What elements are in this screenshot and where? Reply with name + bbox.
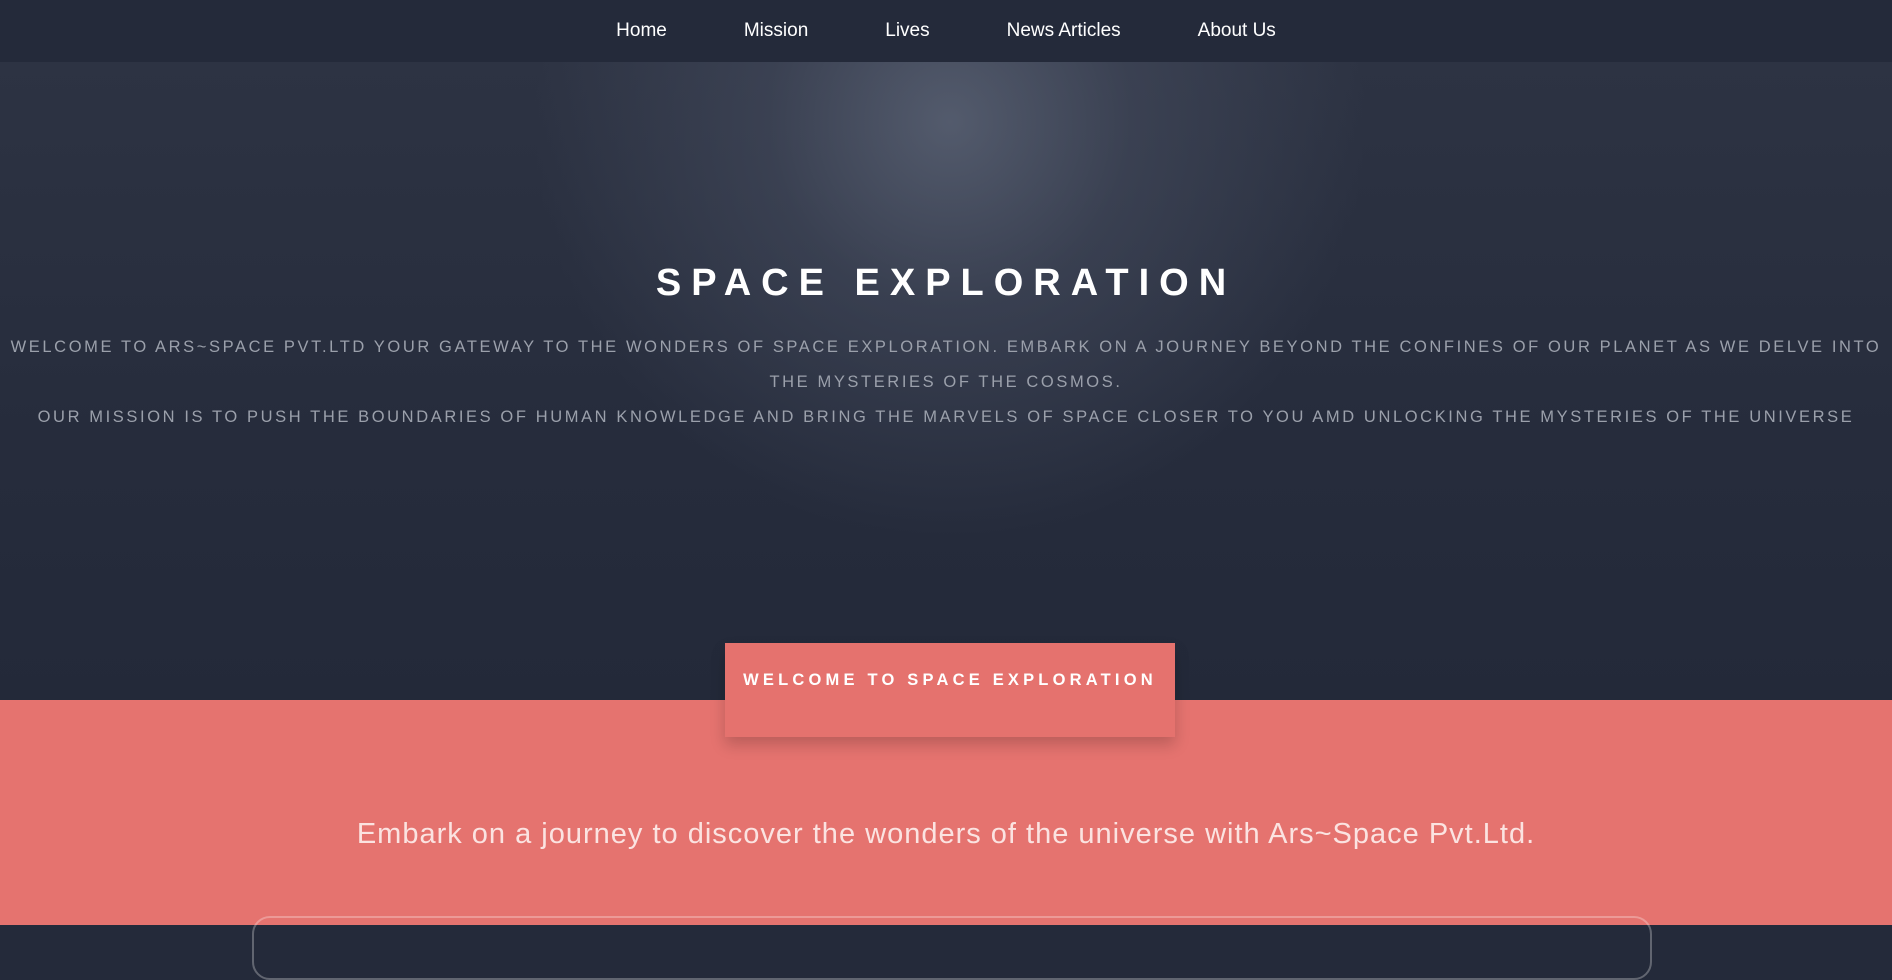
nav-menu: Home Mission Lives News Articles About U… <box>578 0 1315 62</box>
hero-description: WELCOME TO ARS~SPACE PVT.LTD YOUR GATEWA… <box>0 330 1892 435</box>
top-navbar: Home Mission Lives News Articles About U… <box>0 0 1892 62</box>
nav-link-home[interactable]: Home <box>578 0 706 62</box>
hero-intro-paragraph: WELCOME TO ARS~SPACE PVT.LTD YOUR GATEWA… <box>10 338 1882 391</box>
hero-mission-paragraph: OUR MISSION IS TO PUSH THE BOUNDARIES OF… <box>37 408 1855 426</box>
nav-link-about-us[interactable]: About Us <box>1159 0 1314 62</box>
nav-link-mission[interactable]: Mission <box>705 0 846 62</box>
hero-title: SPACE EXPLORATION <box>655 262 1237 304</box>
nav-link-news-articles[interactable]: News Articles <box>968 0 1159 62</box>
section-tagline: Embark on a journey to discover the wond… <box>356 818 1536 850</box>
hero-section: SPACE EXPLORATION WELCOME TO ARS~SPACE P… <box>0 62 1892 700</box>
welcome-tab-label: WELCOME TO SPACE EXPLORATION <box>743 671 1157 689</box>
content-card <box>252 916 1652 980</box>
nav-link-lives[interactable]: Lives <box>847 0 968 62</box>
welcome-tab: WELCOME TO SPACE EXPLORATION <box>725 643 1175 737</box>
